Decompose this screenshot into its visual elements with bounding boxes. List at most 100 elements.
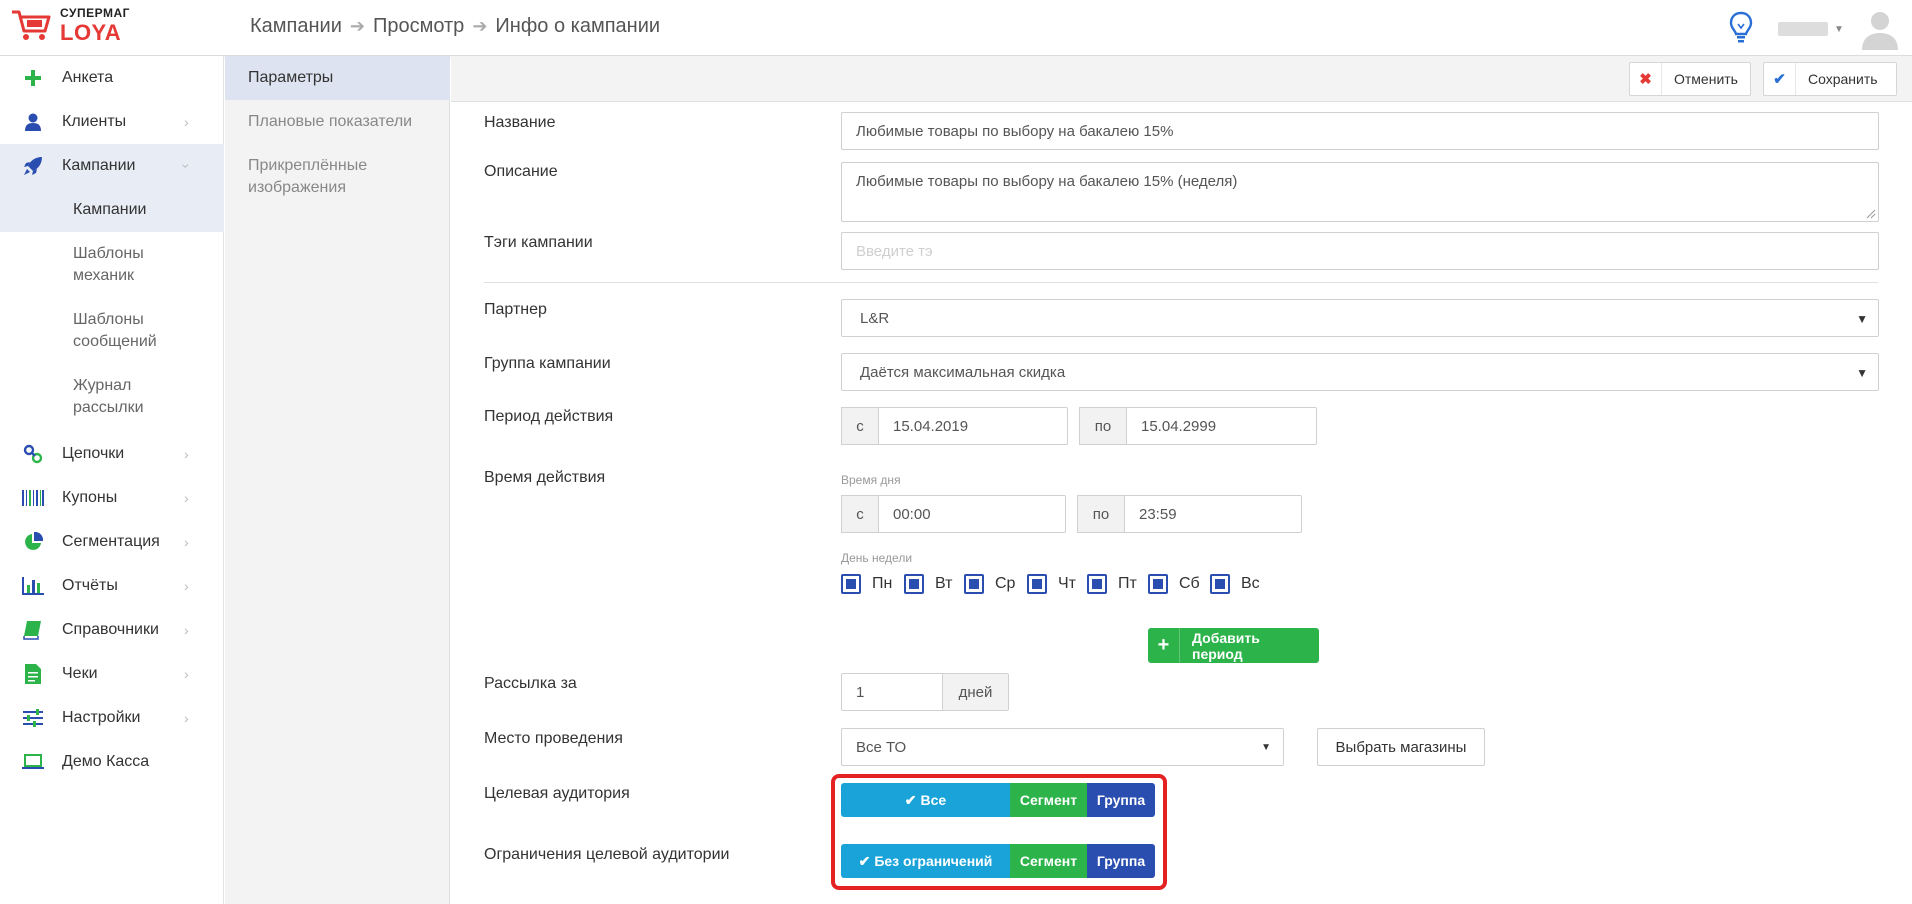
time-to-input[interactable]: 23:59 — [1124, 495, 1302, 533]
weekday-fri[interactable]: Пт — [1087, 573, 1137, 595]
user-name-blurred[interactable] — [1778, 22, 1828, 36]
lightbulb-icon[interactable] — [1728, 10, 1754, 44]
logo[interactable]: СУПЕРМАГ LOYA — [10, 4, 220, 52]
sidebar-subitem-mechanic-templates[interactable]: Шаблоны механик — [0, 232, 224, 298]
checkbox-checked[interactable] — [1087, 574, 1107, 594]
restrictions-option-label: Группа — [1096, 853, 1146, 869]
choose-stores-label: Выбрать магазины — [1335, 738, 1467, 756]
check-icon: ✔ — [858, 852, 871, 869]
period-to-value: 15.04.2999 — [1141, 417, 1217, 435]
name-label: Название — [484, 114, 556, 131]
campaign-group-select[interactable]: Даётся максимальная скидка ▼ — [841, 353, 1879, 391]
weekday-mon[interactable]: Пн — [841, 573, 892, 595]
subnav-item-planned-indicators[interactable]: Плановые показатели — [225, 100, 450, 144]
audience-label: Целевая аудитория — [484, 785, 630, 802]
sidebar-item-segmentation[interactable]: Сегментация › — [0, 520, 224, 564]
audience-option-all[interactable]: ✔ Все — [841, 783, 1010, 817]
audience-option-segment[interactable]: Сегмент — [1010, 783, 1087, 817]
period-from-input[interactable]: 15.04.2019 — [878, 407, 1068, 445]
sidebar-subitem-message-templates[interactable]: Шаблоны сообщений — [0, 298, 224, 364]
chevron-right-icon: › — [184, 622, 189, 638]
weekday-sun[interactable]: Вс — [1210, 573, 1260, 595]
chevron-right-icon: › — [184, 578, 189, 594]
subnav-item-parameters[interactable]: Параметры — [225, 56, 450, 100]
weekday-label: Сб — [1179, 575, 1200, 592]
name-input[interactable]: Любимые товары по выбору на бакалею 15% — [841, 112, 1879, 150]
cancel-button-label: Отменить — [1674, 71, 1738, 87]
user-icon — [22, 111, 44, 133]
sidebar-item-label: Демо Касса — [62, 753, 150, 770]
breadcrumb-item-campaigns[interactable]: Кампании — [250, 15, 342, 38]
mailing-label: Рассылка за — [484, 675, 577, 692]
period-to-addon: по — [1079, 407, 1127, 445]
restrictions-option-group[interactable]: Группа — [1087, 844, 1155, 878]
subnav-item-label: Плановые показатели — [248, 113, 413, 130]
tags-input[interactable]: Введите тэ — [841, 232, 1879, 270]
top-header: СУПЕРМАГ LOYA Кампании ➔ Просмотр ➔ Инфо… — [0, 0, 1912, 56]
sidebar-item-coupons[interactable]: Купоны › — [0, 476, 224, 520]
sidebar-item-label: Настройки — [62, 709, 141, 726]
add-period-button[interactable]: + Добавить период — [1148, 628, 1319, 663]
checkbox-checked[interactable] — [964, 574, 984, 594]
sidebar-subitem-label: Кампании — [73, 201, 147, 218]
sidebar-item-chains[interactable]: Цепочки › — [0, 432, 224, 476]
sidebar-item-questionnaire[interactable]: Анкета — [0, 56, 224, 100]
sidebar-item-receipts[interactable]: Чеки › — [0, 652, 224, 696]
resize-grip-icon[interactable] — [1866, 209, 1876, 219]
cart-logo-icon — [12, 10, 51, 40]
choose-stores-button[interactable]: Выбрать магазины — [1317, 728, 1485, 766]
partner-select[interactable]: L&R ▼ — [841, 299, 1879, 337]
sidebar-subitem-campaigns[interactable]: Кампании — [0, 188, 224, 232]
chevron-right-icon: › — [184, 666, 189, 682]
sidebar-item-reference-books[interactable]: Справочники › — [0, 608, 224, 652]
avatar[interactable] — [1858, 6, 1902, 50]
restrictions-option-segment[interactable]: Сегмент — [1010, 844, 1087, 878]
check-icon: ✔ — [1764, 63, 1796, 95]
sidebar-item-demo-register[interactable]: Демо Касса — [0, 740, 224, 784]
checkbox-checked[interactable] — [1148, 574, 1168, 594]
subnav-item-attached-images[interactable]: Прикреплённые изображения — [225, 144, 450, 210]
sidebar-item-label: Купоны — [62, 489, 118, 506]
weekday-tue[interactable]: Вт — [904, 573, 952, 595]
audience-option-group[interactable]: Группа — [1087, 783, 1155, 817]
mailing-days-input[interactable]: 1 — [841, 673, 943, 711]
weekday-wed[interactable]: Ср — [964, 573, 1015, 595]
caret-down-icon: ▼ — [1856, 312, 1868, 326]
checkbox-checked[interactable] — [1210, 574, 1230, 594]
weekday-thu[interactable]: Чт — [1027, 573, 1076, 595]
sidebar-item-label: Клиенты — [62, 113, 127, 130]
period-from-addon: с — [841, 407, 879, 445]
caret-down-icon[interactable]: ▼ — [1834, 24, 1844, 35]
time-label: Время действия — [484, 469, 606, 486]
chevron-right-icon: › — [184, 114, 189, 130]
weekday-label: Вт — [935, 575, 953, 592]
description-label: Описание — [484, 163, 558, 180]
sidebar-item-label: Кампании — [62, 157, 136, 174]
weekday-label: Чт — [1058, 575, 1076, 592]
save-button[interactable]: ✔ Сохранить — [1763, 62, 1897, 96]
sidebar-subitem-mailing-log[interactable]: Журнал рассылки — [0, 364, 224, 430]
time-from-addon: с — [841, 495, 879, 533]
add-period-label: Добавить период — [1192, 629, 1260, 662]
sidebar-item-label: Цепочки — [62, 445, 125, 462]
name-input-value: Любимые товары по выбору на бакалею 15% — [856, 122, 1174, 140]
sidebar-item-settings[interactable]: Настройки › — [0, 696, 224, 740]
checkbox-checked[interactable] — [841, 574, 861, 594]
description-textarea[interactable]: Любимые товары по выбору на бакалею 15% … — [841, 162, 1879, 222]
book-icon — [22, 619, 44, 641]
toolbar: ✖ Отменить ✔ Сохранить — [451, 56, 1912, 102]
sidebar-item-clients[interactable]: Клиенты › — [0, 100, 224, 144]
checkbox-checked[interactable] — [904, 574, 924, 594]
breadcrumb-item-view[interactable]: Просмотр — [373, 15, 464, 38]
checkbox-checked[interactable] — [1027, 574, 1047, 594]
cancel-button[interactable]: ✖ Отменить — [1629, 62, 1751, 96]
period-to-input[interactable]: 15.04.2999 — [1126, 407, 1317, 445]
time-from-input[interactable]: 00:00 — [878, 495, 1066, 533]
plus-icon: + — [1148, 628, 1181, 663]
venue-select[interactable]: Все ТО ▼ — [841, 728, 1284, 766]
chevron-right-icon: › — [184, 490, 189, 506]
weekday-sat[interactable]: Сб — [1148, 573, 1200, 595]
sidebar-item-reports[interactable]: Отчёты › — [0, 564, 224, 608]
sidebar-item-campaigns[interactable]: Кампании › — [0, 144, 224, 188]
restrictions-option-none[interactable]: ✔ Без ограничений — [841, 844, 1010, 878]
